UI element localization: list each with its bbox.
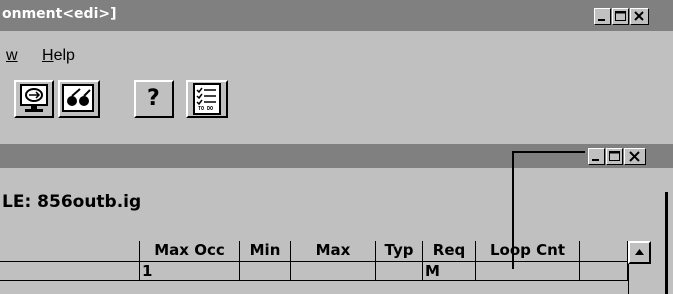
callout-line xyxy=(512,151,585,269)
